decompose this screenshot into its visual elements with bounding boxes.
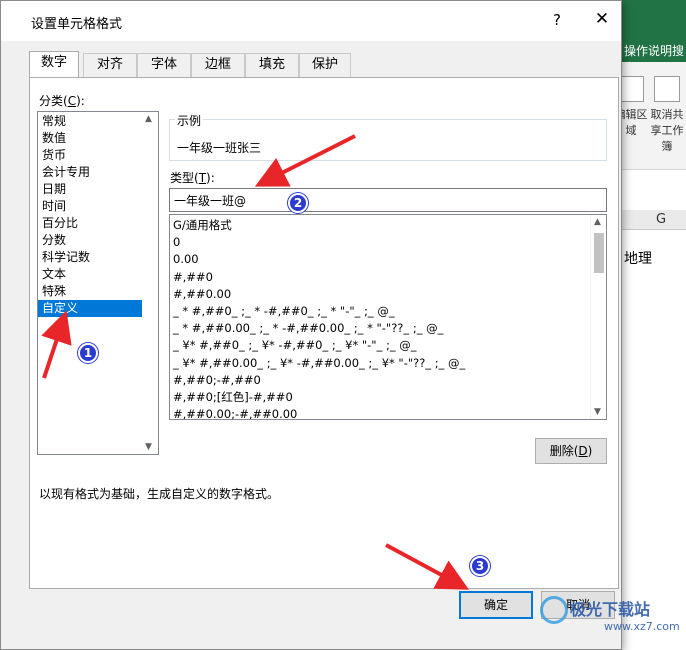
scroll-thumb[interactable] xyxy=(594,233,604,273)
type-label-end: ): xyxy=(206,171,215,185)
category-scrollbar[interactable]: ▲ ▼ xyxy=(142,112,158,454)
format-type-item[interactable]: G/通用格式 xyxy=(170,217,606,234)
category-label-end: ): xyxy=(76,94,85,108)
delete-label: 删除( xyxy=(549,444,579,458)
tab-border[interactable]: 边框 xyxy=(191,53,245,77)
unshare-workbook-button[interactable]: 取消共享工作簿 xyxy=(650,76,684,154)
format-type-list[interactable]: G/通用格式 0 0.00 #,##0 #,##0.00 _ * #,##0_ ;_ * … xyxy=(169,214,607,420)
category-item[interactable]: 货币 xyxy=(38,147,158,164)
step-badge-2: 2 xyxy=(288,193,308,213)
tab-number[interactable]: 数字 xyxy=(29,51,79,77)
format-cells-dialog: 设置单元格格式 ? ✕ 数字 对齐 字体 边框 填充 保护 分类(C): 常规数… xyxy=(0,0,622,650)
step-badge-1: 1 xyxy=(78,343,98,363)
format-type-item[interactable]: 0 xyxy=(170,234,606,251)
category-item[interactable]: 特殊 xyxy=(38,283,158,300)
delete-button[interactable]: 删除(D) xyxy=(535,438,607,464)
format-type-item[interactable]: #,##0;-#,##0 xyxy=(170,372,606,389)
sample-label: 示例 xyxy=(175,112,204,129)
format-type-item[interactable]: _ ¥* #,##0.00_ ;_ ¥* -#,##0.00_ ;_ ¥* "-… xyxy=(170,355,606,372)
category-item[interactable]: 日期 xyxy=(38,181,158,198)
dialog-title-bar[interactable]: 设置单元格格式 ? ✕ xyxy=(1,1,621,41)
category-item[interactable]: 文本 xyxy=(38,266,158,283)
category-label: 分类(C): xyxy=(39,92,85,109)
format-type-item[interactable]: #,##0.00 xyxy=(170,286,606,303)
type-scrollbar[interactable]: ▲ ▼ xyxy=(590,215,606,419)
format-type-item[interactable]: 0.00 xyxy=(170,251,606,268)
dialog-title: 设置单元格格式 xyxy=(31,17,123,32)
cell-text[interactable]: 地理 xyxy=(624,248,652,268)
watermark-url: www.xz7.com xyxy=(604,620,680,633)
format-type-item[interactable]: _ * #,##0.00_ ;_ * -#,##0.00_ ;_ * "-"??… xyxy=(170,320,606,337)
close-icon[interactable]: ✕ xyxy=(591,9,613,29)
format-type-item[interactable]: #,##0;[红色]-#,##0 xyxy=(170,389,606,406)
scroll-down-icon[interactable]: ▼ xyxy=(594,407,601,417)
category-label-text: 分类( xyxy=(39,94,68,108)
tool-label: 取消共享工作簿 xyxy=(650,108,684,153)
watermark-text: 极光下载站 xyxy=(570,600,651,619)
category-item[interactable]: 会计专用 xyxy=(38,164,158,181)
category-item[interactable]: 自定义 xyxy=(38,300,158,317)
category-item[interactable]: 常规 xyxy=(38,113,158,130)
tab-protection[interactable]: 保护 xyxy=(299,53,351,77)
type-hotkey: T xyxy=(198,171,207,185)
ok-button[interactable]: 确定 xyxy=(459,591,533,619)
format-type-items: G/通用格式 0 0.00 #,##0 #,##0.00 _ * #,##0_ ;_ * … xyxy=(170,215,606,419)
category-item[interactable]: 科学记数 xyxy=(38,249,158,266)
custom-format-hint: 以现有格式为基础，生成自定义的数字格式。 xyxy=(39,487,280,501)
format-type-item[interactable]: _ * #,##0_ ;_ * -#,##0_ ;_ * "-"_ ;_ @_ xyxy=(170,303,606,320)
type-label: 类型(T): xyxy=(170,169,215,186)
tab-fill[interactable]: 填充 xyxy=(245,53,299,77)
step-badge-3: 3 xyxy=(470,556,490,576)
scroll-down-icon[interactable]: ▼ xyxy=(145,442,152,452)
format-type-item[interactable]: #,##0.00;-#,##0.00 xyxy=(170,406,606,419)
help-button[interactable]: ? xyxy=(553,11,561,29)
format-type-item[interactable]: _ ¥* #,##0_ ;_ ¥* -#,##0_ ;_ ¥* "-"_ ;_ … xyxy=(170,337,606,354)
type-input[interactable]: 一年级一班@ xyxy=(169,188,607,212)
category-item[interactable]: 百分比 xyxy=(38,215,158,232)
scroll-up-icon[interactable]: ▲ xyxy=(594,217,601,227)
category-items: 常规 数值 货币 会计专用 日期 时间 百分比 分数 科学记数 文本 特殊 自定义 xyxy=(38,112,158,317)
category-item[interactable]: 数值 xyxy=(38,130,158,147)
watermark-logo-icon xyxy=(540,596,568,624)
category-item[interactable]: 时间 xyxy=(38,198,158,215)
delete-label-end: ) xyxy=(587,444,593,458)
tab-alignment[interactable]: 对齐 xyxy=(83,53,137,77)
scroll-up-icon[interactable]: ▲ xyxy=(145,114,152,124)
unshare-icon xyxy=(654,76,680,102)
category-hotkey: C xyxy=(67,94,77,108)
column-header-g[interactable]: G xyxy=(656,212,666,227)
type-label-text: 类型( xyxy=(170,171,199,185)
tab-font[interactable]: 字体 xyxy=(137,53,191,77)
format-type-item[interactable]: #,##0 xyxy=(170,269,606,286)
category-item[interactable]: 分数 xyxy=(38,232,158,249)
delete-hotkey: D xyxy=(578,444,588,458)
sample-value: 一年级一班张三 xyxy=(177,141,262,155)
category-list[interactable]: 常规 数值 货币 会计专用 日期 时间 百分比 分数 科学记数 文本 特殊 自定义 ▲ ▼ xyxy=(37,111,159,455)
